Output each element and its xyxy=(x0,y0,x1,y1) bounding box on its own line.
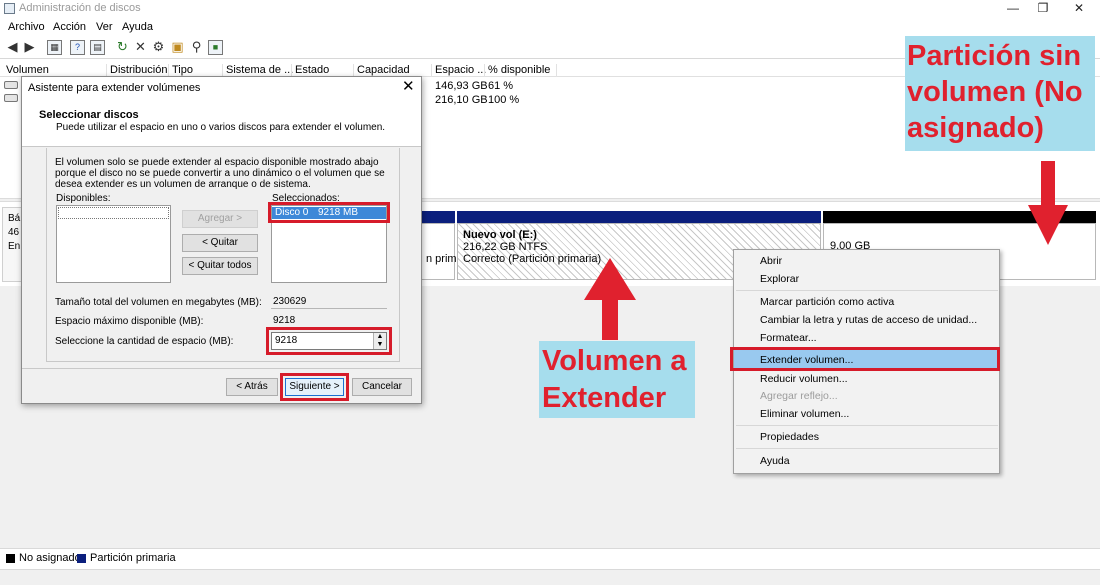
row1-free: 146,93 GB xyxy=(435,80,488,92)
menu-item-marcar-activa[interactable]: Marcar partición como activa xyxy=(760,296,894,308)
menu-ver[interactable]: Ver xyxy=(96,21,113,33)
legend-unallocated-swatch xyxy=(6,554,15,563)
restore-button[interactable]: ❐ xyxy=(1026,0,1060,18)
menu-separator xyxy=(736,448,998,449)
status-bar xyxy=(0,569,1100,585)
close-button[interactable]: ✕ xyxy=(1062,0,1096,18)
wizard-subheading: Puede utilizar el espacio en uno o vario… xyxy=(56,122,386,133)
partition-box[interactable] xyxy=(420,223,455,280)
partition-status-fragment: n prim xyxy=(426,253,457,265)
space-input-highlight xyxy=(266,327,392,355)
open-folder-icon[interactable]: ▣ xyxy=(170,40,185,55)
properties-icon[interactable]: ▤ xyxy=(90,40,105,55)
back-icon[interactable]: ◀ xyxy=(5,40,20,55)
column-espacio[interactable]: Espacio ... xyxy=(431,64,486,77)
volume-e-header-bar xyxy=(457,211,821,223)
menu-accion[interactable]: Acción xyxy=(53,21,86,33)
next-button-highlight xyxy=(280,373,349,401)
extend-callout: Volumen a Extender xyxy=(539,341,695,418)
up-arrow-icon xyxy=(584,258,636,340)
disk-properties-icon[interactable]: ■ xyxy=(208,40,223,55)
drive-icon xyxy=(4,81,18,89)
refresh-icon[interactable]: ↻ xyxy=(115,40,130,55)
menu-item-agregar-reflejo: Agregar reflejo... xyxy=(760,390,838,402)
menu-separator xyxy=(736,290,998,291)
column-divider xyxy=(556,64,557,77)
available-focus-row xyxy=(58,207,169,219)
disk-label-line1: Bá xyxy=(8,213,21,224)
volume-e-size: 216,22 GB NTFS xyxy=(463,241,548,253)
row2-free: 216,10 GB xyxy=(435,94,488,106)
menu-separator xyxy=(736,425,998,426)
remove-button[interactable]: < Quitar xyxy=(182,234,258,252)
menu-item-reducir-volumen[interactable]: Reducir volumen... xyxy=(760,373,848,385)
down-arrow-icon xyxy=(1028,161,1068,245)
wizard-description: El volumen solo se puede extender al esp… xyxy=(55,157,385,190)
wizard-heading: Seleccionar discos xyxy=(39,109,139,121)
menu-ayuda[interactable]: Ayuda xyxy=(122,21,153,33)
settings-icon[interactable]: ⚙ xyxy=(151,40,166,55)
legend-primary-label: Partición primaria xyxy=(90,552,176,564)
remove-all-button[interactable]: < Quitar todos xyxy=(182,257,258,275)
selected-disk-highlight xyxy=(268,202,390,223)
forward-icon[interactable]: ▶ xyxy=(22,40,37,55)
disk-label-line2: 46 xyxy=(8,227,20,238)
search-icon[interactable]: ⚲ xyxy=(189,40,204,55)
total-size-value: 230629 xyxy=(271,296,387,309)
volume-e-title: Nuevo vol (E:) xyxy=(463,229,537,241)
drive-icon xyxy=(4,94,18,102)
window-title: Administración de discos xyxy=(19,2,141,14)
menu-item-cambiar-letra[interactable]: Cambiar la letra y rutas de acceso de un… xyxy=(760,314,977,326)
menu-item-eliminar-volumen[interactable]: Eliminar volumen... xyxy=(760,408,849,420)
max-space-label: Espacio máximo disponible (MB): xyxy=(55,316,204,327)
disk-management-icon xyxy=(4,3,15,14)
disk-label-line3: En xyxy=(8,241,21,252)
add-button[interactable]: Agregar > xyxy=(182,210,258,228)
row2-percent: 100 % xyxy=(488,94,520,106)
available-label: Disponibles: xyxy=(56,193,111,204)
title-bar xyxy=(0,0,1100,18)
legend-unallocated-label: No asignado xyxy=(19,552,81,564)
cancel-button[interactable]: Cancelar xyxy=(352,378,412,396)
menu-bar xyxy=(0,18,1100,36)
menu-item-ayuda[interactable]: Ayuda xyxy=(760,455,790,467)
wizard-close-icon[interactable]: ✕ xyxy=(402,79,415,94)
back-button[interactable]: < Atrás xyxy=(226,378,278,396)
delete-icon[interactable]: ✕ xyxy=(133,40,148,55)
console-tree-icon[interactable]: ▦ xyxy=(47,40,62,55)
legend-primary-swatch xyxy=(77,554,86,563)
help-icon[interactable]: ? xyxy=(70,40,85,55)
partition-header-bar xyxy=(420,211,455,223)
menu-item-formatear[interactable]: Formatear... xyxy=(760,332,817,344)
minimize-button[interactable]: — xyxy=(996,0,1030,18)
wizard-title: Asistente para extender volúmenes xyxy=(28,82,201,94)
menu-item-propiedades[interactable]: Propiedades xyxy=(760,431,819,443)
unallocated-callout: Partición sin volumen (No asignado) xyxy=(905,36,1095,151)
row1-percent: 61 % xyxy=(488,80,514,92)
volume-e-status: Correcto (Partición primaria) xyxy=(463,253,602,265)
total-size-label: Tamaño total del volumen en megabytes (M… xyxy=(55,297,262,308)
select-space-label: Seleccione la cantidad de espacio (MB): xyxy=(55,336,234,347)
menu-item-abrir[interactable]: Abrir xyxy=(760,255,782,267)
menu-item-explorar[interactable]: Explorar xyxy=(760,273,799,285)
menu-archivo[interactable]: Archivo xyxy=(8,21,45,33)
extend-volume-highlight xyxy=(730,347,1000,371)
wizard-footer-separator xyxy=(22,368,421,369)
column-porcentaje[interactable]: % disponible xyxy=(484,64,550,77)
